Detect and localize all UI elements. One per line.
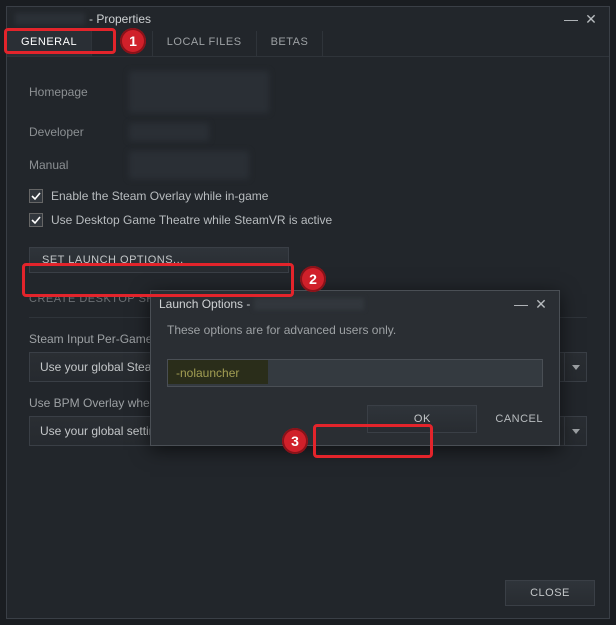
tab-updates[interactable]: ES: [92, 31, 153, 56]
tab-betas[interactable]: BETAS: [257, 31, 324, 56]
check-overlay-label: Enable the Steam Overlay while in-game: [51, 189, 268, 203]
dialog-game-name-redacted: [254, 298, 364, 310]
cancel-button[interactable]: CANCEL: [495, 413, 543, 425]
developer-label: Developer: [29, 125, 129, 139]
ok-button[interactable]: OK: [367, 405, 477, 433]
row-homepage: Homepage: [29, 71, 587, 113]
chevron-down-icon[interactable]: [565, 416, 587, 446]
check-theatre-row[interactable]: Use Desktop Game Theatre while SteamVR i…: [29, 213, 587, 227]
minimize-icon[interactable]: —: [561, 9, 581, 29]
dialog-hint: These options are for advanced users onl…: [167, 323, 543, 337]
footer: CLOSE: [505, 580, 595, 606]
homepage-label: Homepage: [29, 85, 129, 99]
chevron-down-icon[interactable]: [565, 352, 587, 382]
row-manual: Manual: [29, 151, 587, 179]
launch-options-dialog: Launch Options - — ✕ These options are f…: [150, 290, 560, 446]
dialog-titlebar: Launch Options - — ✕: [151, 291, 559, 317]
developer-value-redacted: [129, 123, 209, 141]
tabs: GENERAL ES LOCAL FILES BETAS: [7, 31, 609, 57]
launch-options-input[interactable]: [167, 359, 543, 387]
checkbox-theatre[interactable]: [29, 213, 43, 227]
tab-local-files[interactable]: LOCAL FILES: [153, 31, 257, 56]
close-icon[interactable]: ✕: [581, 9, 601, 29]
game-name-redacted: [15, 13, 85, 25]
check-theatre-label: Use Desktop Game Theatre while SteamVR i…: [51, 213, 332, 227]
homepage-value-redacted: [129, 71, 269, 113]
tab-general[interactable]: GENERAL: [7, 31, 92, 56]
minimize-icon[interactable]: —: [511, 294, 531, 314]
close-button[interactable]: CLOSE: [505, 580, 595, 606]
manual-value-redacted: [129, 151, 249, 179]
checkbox-overlay[interactable]: [29, 189, 43, 203]
window-title: - Properties: [89, 12, 151, 26]
row-developer: Developer: [29, 123, 587, 141]
close-icon[interactable]: ✕: [531, 294, 551, 314]
set-launch-options-button[interactable]: SET LAUNCH OPTIONS...: [29, 247, 289, 273]
titlebar: - Properties — ✕: [7, 7, 609, 31]
dialog-title: Launch Options -: [159, 297, 250, 311]
manual-label: Manual: [29, 158, 129, 172]
check-overlay-row[interactable]: Enable the Steam Overlay while in-game: [29, 189, 587, 203]
